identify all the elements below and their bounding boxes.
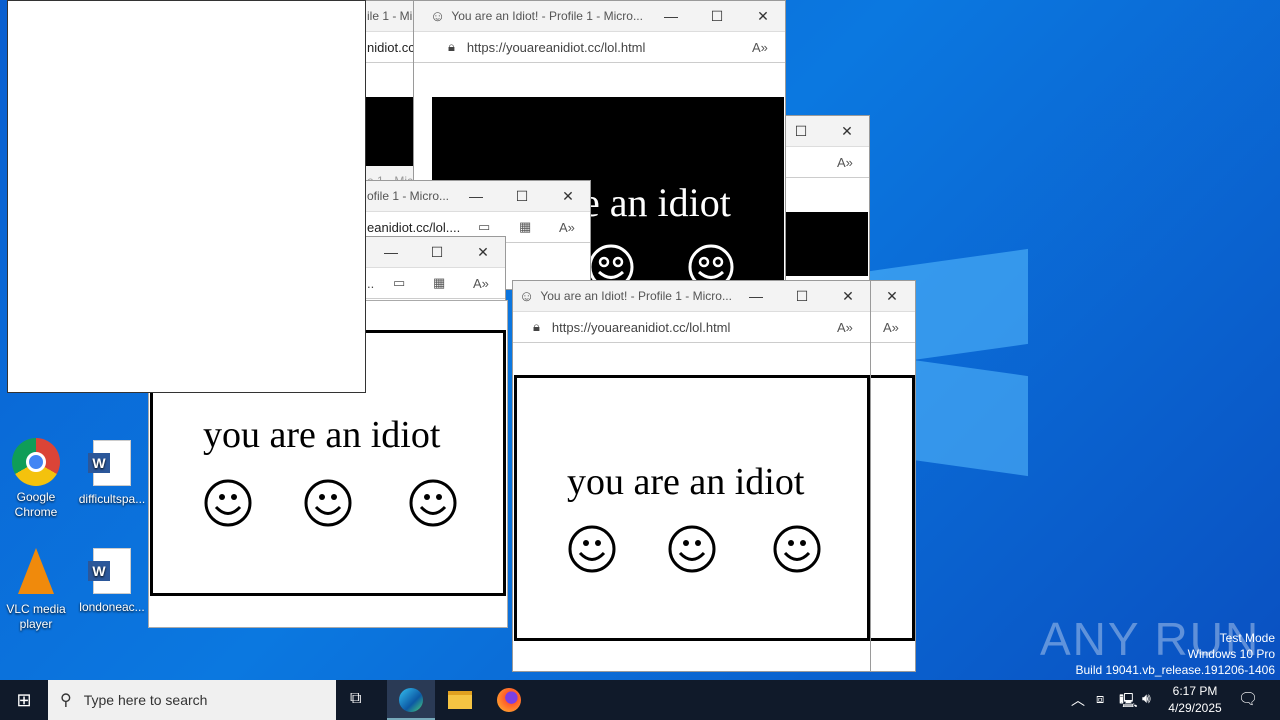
clock[interactable]: 6:17 PM 4/29/2025 xyxy=(1162,683,1228,717)
watermark-line: Build 19041.vb_release.191206-1406 xyxy=(1075,663,1276,677)
taskbar: ⊞ ⚲ Type here to search ⧉ ︿ ⧈ 🖳︎ 🔊︎ 6:17… xyxy=(0,680,1280,720)
smiley-icon xyxy=(773,525,821,573)
action-center-icon[interactable]: 🗨︎ xyxy=(1238,689,1258,709)
smiley-icon xyxy=(668,525,716,573)
browser-window-youareanidiot-front[interactable]: ☺ You are an Idiot! - Profile 1 - Micro..… xyxy=(512,280,871,672)
read-aloud-icon[interactable]: A» xyxy=(559,220,575,235)
maximize-button[interactable]: ☐ xyxy=(499,181,545,211)
read-aloud-icon[interactable]: A» xyxy=(883,320,899,335)
close-button[interactable]: ✕ xyxy=(460,237,505,267)
address-bar[interactable]: https://youareanidiot.cc/lol.html xyxy=(552,320,730,335)
extensions-icon[interactable]: ▦ xyxy=(433,275,445,291)
smiley-favicon-icon: ☺ xyxy=(519,287,535,305)
minimize-button[interactable]: — xyxy=(648,1,694,31)
word-document-icon: W xyxy=(88,440,131,486)
show-hidden-icons[interactable]: ︿ xyxy=(1071,690,1085,710)
close-button[interactable]: ✕ xyxy=(545,181,590,211)
word-document-icon: W xyxy=(88,548,131,594)
read-aloud-icon[interactable]: A» xyxy=(837,320,853,335)
extensions-icon[interactable]: ▦ xyxy=(519,219,531,235)
read-aloud-icon[interactable]: A» xyxy=(473,276,489,291)
browser-window-back-1[interactable]: ile 1 - Mi nidiot.cc e 1 - Mic xyxy=(360,0,420,190)
window-title: ile 1 - Mi xyxy=(367,9,413,23)
minimize-button[interactable]: — xyxy=(733,281,779,311)
window-title: You are an Idiot! - Profile 1 - Micro... xyxy=(451,9,643,23)
desktop-icon-chrome[interactable]: Google Chrome xyxy=(0,438,72,520)
vlc-icon xyxy=(18,548,54,594)
window-title: ofile 1 - Micro... xyxy=(367,189,450,203)
page-heading: you are an idiot xyxy=(567,461,805,503)
edge-icon xyxy=(399,688,423,712)
chrome-icon xyxy=(12,438,60,486)
window-title: You are an Idiot! - Profile 1 - Micro... xyxy=(540,289,732,303)
search-icon: ⚲ xyxy=(60,692,72,709)
file-explorer-icon[interactable] xyxy=(448,691,472,709)
maximize-button[interactable]: ☐ xyxy=(779,281,825,311)
clock-time: 6:17 PM xyxy=(1172,684,1218,698)
smiley-icon xyxy=(304,479,352,527)
desktop-icon-vlc[interactable]: VLC media player xyxy=(0,548,72,632)
taskbar-edge[interactable] xyxy=(387,680,435,720)
lock-icon: 🔒︎ xyxy=(533,319,540,334)
minimize-button[interactable]: — xyxy=(368,237,414,267)
smiley-icon xyxy=(568,525,616,573)
smiley-icon xyxy=(204,479,252,527)
icon-label: difficultspa... xyxy=(78,492,146,506)
minimize-button[interactable]: — xyxy=(453,181,499,211)
smiley-icon xyxy=(409,479,457,527)
volume-icon[interactable]: 🔊︎ xyxy=(1142,690,1151,707)
close-button[interactable]: ✕ xyxy=(825,281,870,311)
watermark-line: Test Mode xyxy=(1219,631,1275,645)
clock-date: 4/29/2025 xyxy=(1168,701,1222,715)
icon-label: Google Chrome xyxy=(14,490,58,519)
firefox-icon[interactable] xyxy=(497,688,521,712)
app-available-icon[interactable]: ▭ xyxy=(393,275,405,291)
page-content-box: you are an idiot xyxy=(514,375,870,641)
task-view-icon[interactable]: ⧉ xyxy=(350,690,361,708)
desktop-icon-word-doc-1[interactable]: W difficultspa... xyxy=(76,440,148,507)
url-text: nidiot.cc xyxy=(367,39,415,55)
blank-window[interactable] xyxy=(7,0,366,393)
maximize-button[interactable]: ☐ xyxy=(694,1,740,31)
icon-label: VLC media player xyxy=(6,602,66,631)
app-available-icon[interactable]: ▭ xyxy=(478,219,490,235)
watermark-line: Windows 10 Pro xyxy=(1187,647,1275,661)
address-bar[interactable]: .. xyxy=(367,276,374,291)
maximize-button[interactable]: ☐ xyxy=(414,237,460,267)
page-heading: you are an idiot xyxy=(203,414,441,456)
close-button[interactable]: ✕ xyxy=(824,116,869,146)
search-box[interactable]: ⚲ Type here to search xyxy=(48,680,336,720)
camera-icon[interactable]: ⧈ xyxy=(1096,691,1104,707)
close-button[interactable]: ✕ xyxy=(869,281,915,311)
smiley-favicon-icon: ☺ xyxy=(430,7,446,25)
close-button[interactable]: ✕ xyxy=(740,1,785,31)
network-icon[interactable]: 🖳︎ xyxy=(1119,690,1138,714)
address-bar[interactable]: https://youareanidiot.cc/lol.html xyxy=(467,40,645,55)
page-heading: e an idiot xyxy=(582,180,731,225)
start-button[interactable]: ⊞ xyxy=(0,680,48,720)
read-aloud-icon[interactable]: A» xyxy=(837,155,853,170)
lock-icon: 🔒︎ xyxy=(448,39,455,54)
test-mode-text: Test Mode Windows 10 Pro Build 19041.vb_… xyxy=(1076,630,1276,678)
search-placeholder: Type here to search xyxy=(83,692,208,708)
desktop-icon-word-doc-2[interactable]: W londoneac... xyxy=(76,548,148,615)
address-bar[interactable]: eanidiot.cc/lol.... xyxy=(367,220,460,235)
read-aloud-icon[interactable]: A» xyxy=(752,40,768,55)
icon-label: londoneac... xyxy=(79,600,145,614)
